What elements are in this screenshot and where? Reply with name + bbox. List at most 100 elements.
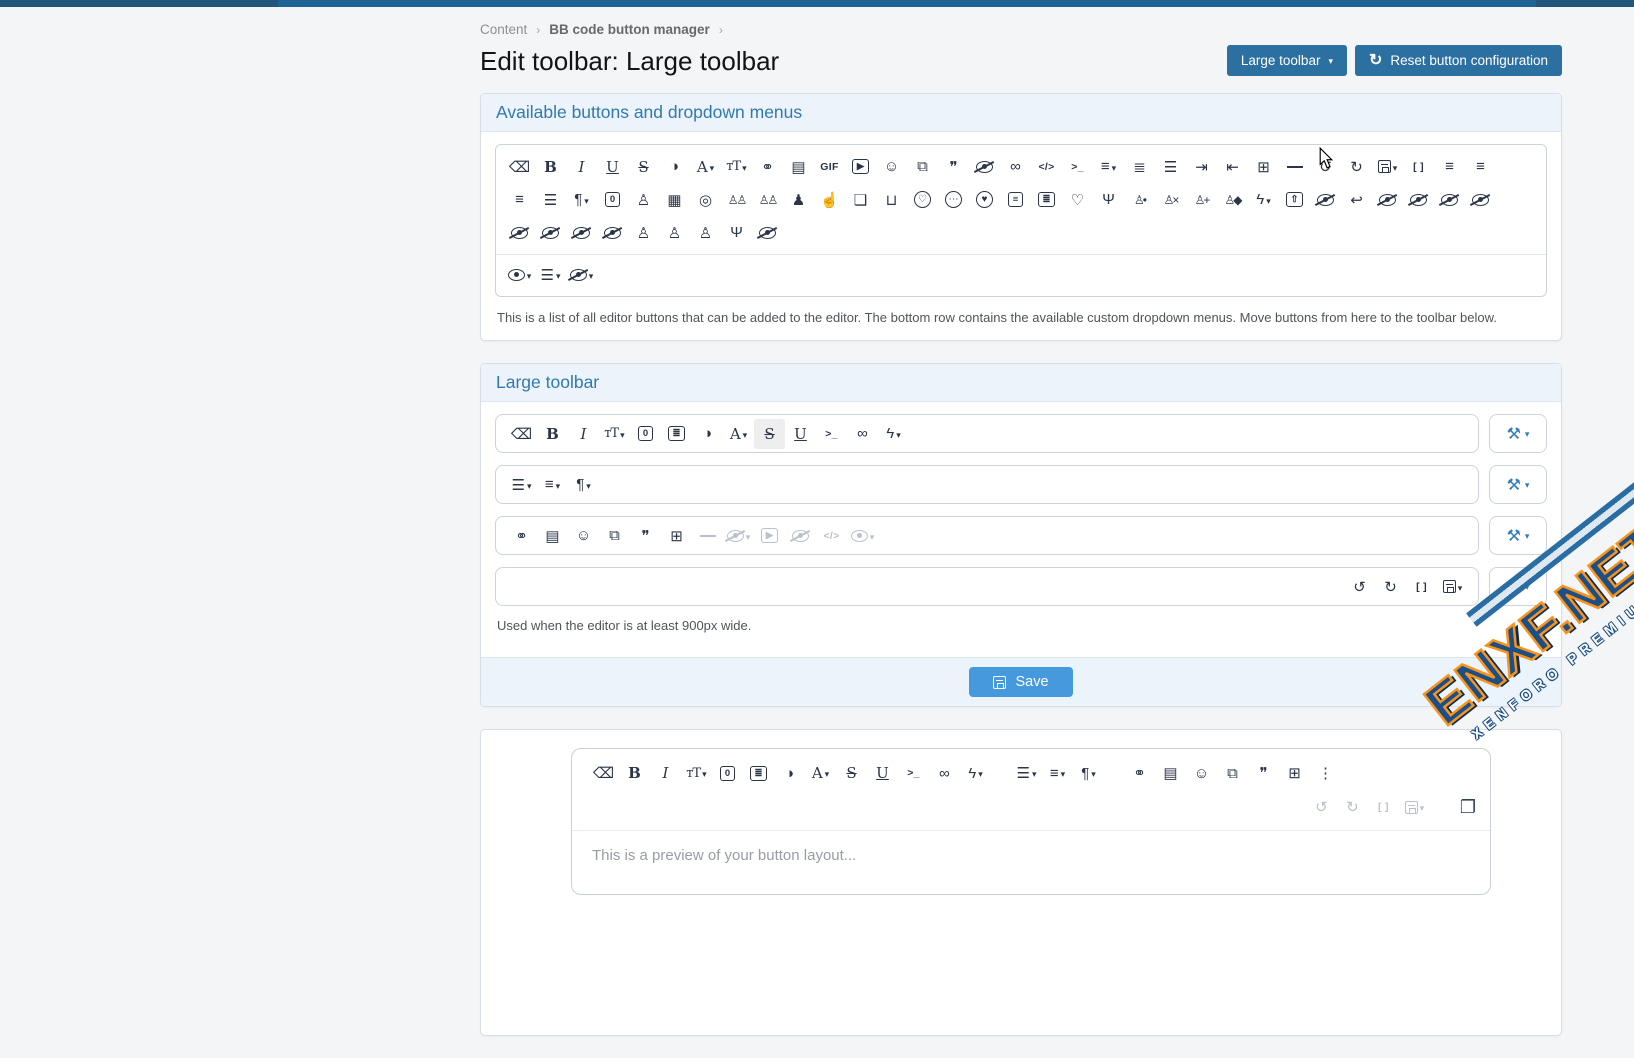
user-award-button[interactable]: ♙• [1124, 185, 1155, 215]
inline-code-button[interactable]: >_ [816, 419, 847, 449]
text-color-button[interactable]: ◑ [659, 152, 690, 182]
underline-button[interactable]: U [867, 758, 898, 788]
list-dropdown-menu-button[interactable]: ☰▾ [535, 260, 566, 290]
font-family-button[interactable]: A▾ [723, 419, 754, 449]
strikethrough-button[interactable]: S [754, 419, 785, 449]
align-button[interactable]: ≡▾ [1093, 152, 1124, 182]
redo-button[interactable]: ↻ [1337, 792, 1368, 822]
user-group-alt-button[interactable]: ♙♙ [752, 185, 783, 215]
image-button[interactable]: ▤ [783, 152, 814, 182]
breadcrumb-item-content[interactable]: Content [480, 22, 527, 37]
justify-left-button[interactable]: ≡ [504, 185, 535, 215]
heart-pulse-button[interactable]: ♥ [969, 185, 1000, 215]
link-button[interactable]: ⚭ [752, 152, 783, 182]
unordered-list-button[interactable]: ☰▾ [506, 470, 537, 500]
indent-button[interactable]: ⇥ [1186, 152, 1217, 182]
paragraph-format-button[interactable]: ¶▾ [568, 470, 599, 500]
drafts-button[interactable]: ▾ [1372, 152, 1403, 182]
remove-format-button[interactable]: ⌫ [506, 419, 537, 449]
gif-button[interactable]: GIF [814, 152, 845, 182]
bold-button[interactable]: B [619, 758, 650, 788]
redo-button[interactable]: ↻ [1375, 572, 1406, 602]
user-a-button[interactable]: ♙ [628, 218, 659, 248]
unlink-button[interactable]: ∞ [1000, 152, 1031, 182]
link-button[interactable]: ⚭ [1124, 758, 1155, 788]
bold-button[interactable]: B [537, 419, 568, 449]
text-color-button[interactable]: ◑ [774, 758, 805, 788]
paragraph-format-button[interactable]: ¶▾ [566, 185, 597, 215]
remove-format-button[interactable]: ⌫ [504, 152, 535, 182]
horizontal-rule-button[interactable] [692, 521, 723, 551]
bb-code-button[interactable]: [ ] [1368, 792, 1399, 822]
thumbs-up-button[interactable]: ☝ [814, 185, 845, 215]
user-button[interactable]: ♙ [628, 185, 659, 215]
strikethrough-button[interactable]: S [836, 758, 867, 788]
lightning-button[interactable]: ϟ▾ [1248, 185, 1279, 215]
receipt-button[interactable]: ≣ [1031, 185, 1062, 215]
hide-2-button[interactable] [1372, 185, 1403, 215]
hide-8-button[interactable] [566, 218, 597, 248]
user-b-button[interactable]: ♙ [659, 218, 690, 248]
justify-button[interactable]: ☰ [535, 185, 566, 215]
font-size-button[interactable]: тT▾ [721, 152, 752, 182]
heart-circle-button[interactable]: ♡ [907, 185, 938, 215]
bb-code-button[interactable]: [ ] [1403, 152, 1434, 182]
quote-button[interactable]: ❞ [1248, 758, 1279, 788]
align-right-button[interactable]: ≡ [1465, 152, 1496, 182]
bb-code-button[interactable]: [ ] [1406, 572, 1437, 602]
chat-button[interactable]: ❏ [845, 185, 876, 215]
show-dropdown-menu-button[interactable]: ▾ [504, 260, 535, 290]
bold-button[interactable]: B [535, 152, 566, 182]
lightning-button[interactable]: ϟ▾ [960, 758, 991, 788]
undo-button[interactable]: ↺ [1306, 792, 1337, 822]
italic-button[interactable]: I [566, 152, 597, 182]
unlink-button[interactable]: ∞ [847, 419, 878, 449]
text-color-button[interactable]: ◑ [692, 419, 723, 449]
quote-button[interactable]: ❞ [938, 152, 969, 182]
font-size-button[interactable]: тT▾ [681, 758, 712, 788]
gallery-button[interactable]: ⧉ [1217, 758, 1248, 788]
inline-spoiler-button[interactable] [969, 152, 1000, 182]
hide-3-button[interactable] [1403, 185, 1434, 215]
comment-dots-button[interactable]: ⋯ [938, 185, 969, 215]
cash-button[interactable]: 0 [630, 419, 661, 449]
hide-10-button[interactable] [752, 218, 783, 248]
hide-6-button[interactable] [504, 218, 535, 248]
hide-5-button[interactable] [1465, 185, 1496, 215]
hide-7-button[interactable] [535, 218, 566, 248]
reply-button[interactable]: ↩ [1341, 185, 1372, 215]
align-left-button[interactable]: ≡ [1434, 152, 1465, 182]
user-x-button[interactable]: ♙× [1155, 185, 1186, 215]
heart-button[interactable]: ♡ [1062, 185, 1093, 215]
undo-button[interactable]: ↺ [1344, 572, 1375, 602]
toolbar-select-button[interactable]: Large toolbar ▾ [1227, 45, 1347, 76]
unordered-list-button[interactable]: ☰▾ [1011, 758, 1042, 788]
outdent-button[interactable]: ⇤ [1217, 152, 1248, 182]
user-c-button[interactable]: ♙ [690, 218, 721, 248]
font-size-button[interactable]: тT▾ [599, 419, 630, 449]
horizontal-rule-button[interactable] [1279, 152, 1310, 182]
upload-button[interactable]: ⇧ [1279, 185, 1310, 215]
unlink-button[interactable]: ∞ [929, 758, 960, 788]
paragraph-format-button[interactable]: ¶▾ [1073, 758, 1104, 788]
row-4-settings-button[interactable]: ⚒ ▾ [1489, 567, 1547, 606]
align-button[interactable]: ≡▾ [537, 470, 568, 500]
calendar-button[interactable]: ▦ [659, 185, 690, 215]
preview-placeholder[interactable]: This is a preview of your button layout.… [572, 831, 1490, 894]
row-2-settings-button[interactable]: ⚒ ▾ [1489, 465, 1547, 504]
user-tie-button[interactable]: ♟ [783, 185, 814, 215]
redo-button[interactable]: ↻ [1341, 152, 1372, 182]
gallery-button[interactable]: ⧉ [599, 521, 630, 551]
trophy-alt-button[interactable]: Ψ [721, 218, 752, 248]
row-3-settings-button[interactable]: ⚒ ▾ [1489, 516, 1547, 555]
link-button[interactable]: ⚭ [506, 521, 537, 551]
image-button[interactable]: ▤ [1155, 758, 1186, 788]
hide-1-button[interactable] [1310, 185, 1341, 215]
hide-9-button[interactable] [597, 218, 628, 248]
user-plus-button[interactable]: ♙+ [1186, 185, 1217, 215]
smilies-button[interactable]: ☺ [876, 152, 907, 182]
receipt-button[interactable]: ≣ [743, 758, 774, 788]
italic-button[interactable]: I [568, 419, 599, 449]
cash-button[interactable]: 0 [597, 185, 628, 215]
inline-code-button[interactable]: >_ [1062, 152, 1093, 182]
